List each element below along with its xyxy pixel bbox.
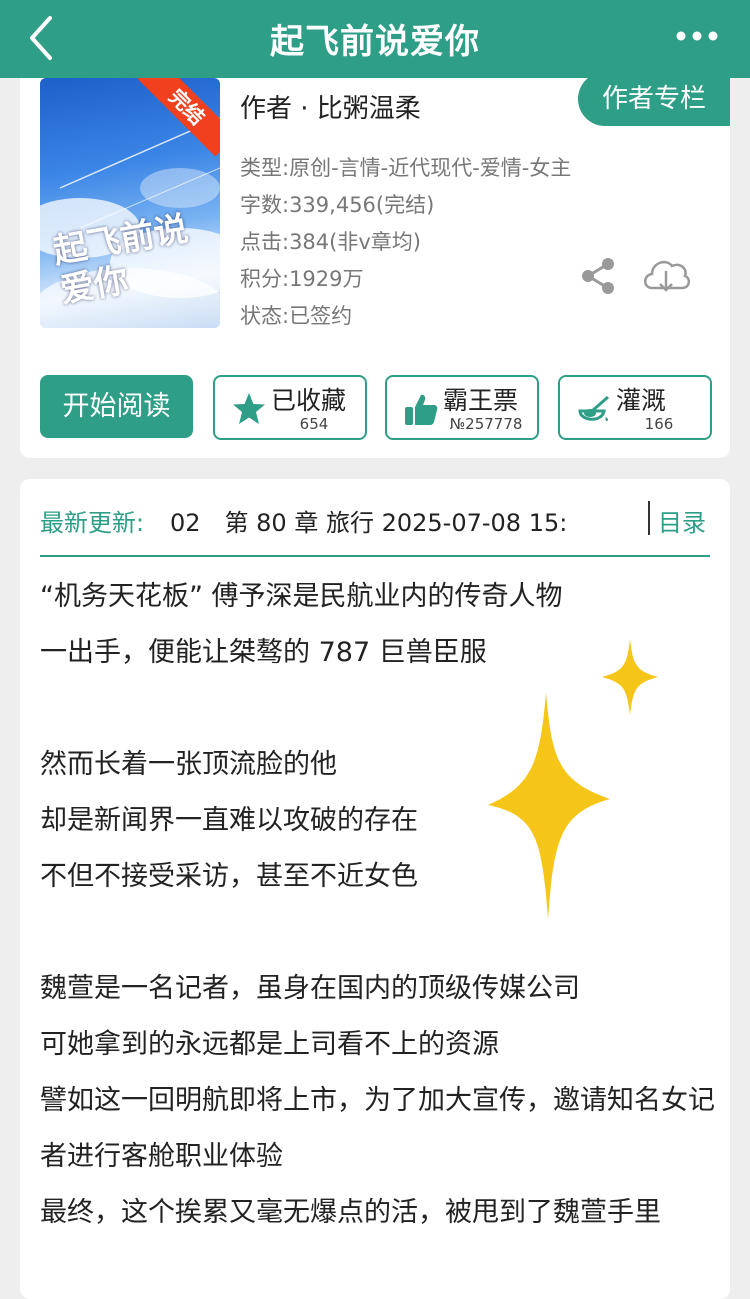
more-icon[interactable] (674, 24, 720, 48)
top-bar: 起飞前说爱你 (0, 0, 750, 78)
latest-update-row[interactable]: 最新更新: 02 第 80 章 旅行 2025-07-08 15: 目录 (40, 499, 710, 539)
divider (40, 555, 710, 557)
synopsis-line: 可她拿到的永远都是上司看不上的资源 (40, 1029, 499, 1060)
share-icon[interactable] (578, 256, 618, 296)
favorite-button[interactable]: 已收藏 654 (213, 375, 367, 440)
synopsis-line: 譬如这一回明航即将上市，为了加大宣传，邀请知名女记者进行客舱职业体验 (40, 1085, 715, 1172)
start-reading-button[interactable]: 开始阅读 (40, 375, 193, 438)
latest-update-label: 最新更新: (40, 509, 145, 537)
synopsis-line: 却是新闻界一直难以攻破的存在 (40, 805, 418, 836)
book-info-card: 起飞前说爱你 完结 作者 · 比粥温柔 作者专栏 类型:原创-言情-近代现代-爱… (20, 72, 730, 458)
download-cloud-icon[interactable] (640, 254, 692, 298)
star-icon (233, 393, 265, 424)
synopsis-blank (40, 905, 715, 961)
ticket-count: №257778 (449, 415, 523, 433)
water-label: 灌溉 (616, 386, 667, 415)
author-column-button[interactable]: 作者专栏 (578, 72, 730, 126)
points: 积分:1929万 (240, 267, 364, 291)
book-type: 类型:原创-言情-近代现代-爱情-女主 (240, 156, 572, 180)
book-cover[interactable]: 起飞前说爱你 完结 (40, 78, 220, 328)
intro-card: 最新更新: 02 第 80 章 旅行 2025-07-08 15: 目录 “机务… (20, 479, 730, 1299)
water-button[interactable]: 灌溉 166 (558, 375, 712, 440)
synopsis-line: 魏萱是一名记者，虽身在国内的顶级传媒公司 (40, 973, 580, 1004)
synopsis-line: 然而长着一张顶流脸的他 (40, 749, 337, 780)
favorite-label: 已收藏 (271, 386, 347, 415)
author-name[interactable]: 作者 · 比粥温柔 (240, 88, 421, 125)
latest-update-text[interactable]: 02 第 80 章 旅行 2025-07-08 15: (170, 503, 602, 538)
separator (648, 501, 650, 535)
synopsis-line: “机务天花板” 傅予深是民航业内的传奇人物 (40, 581, 563, 612)
table-of-contents-link[interactable]: 目录 (658, 503, 706, 538)
synopsis-line: 最终，这个挨累又毫无爆点的活，被甩到了魏萱手里 (40, 1197, 661, 1228)
ticket-button[interactable]: 霸王票 №257778 (385, 375, 539, 440)
watering-icon (578, 395, 609, 422)
page-title: 起飞前说爱你 (270, 22, 480, 62)
water-count: 166 (644, 415, 674, 433)
click-count: 点击:384(非v章均) (240, 230, 421, 254)
favorite-count: 654 (299, 415, 329, 433)
word-count: 字数:339,456(完结) (240, 193, 435, 217)
ticket-label: 霸王票 (443, 386, 519, 415)
thumbs-up-icon (405, 394, 438, 425)
synopsis-line: 不但不接受采访，甚至不近女色 (40, 861, 418, 892)
sign-status: 状态:已签约 (240, 304, 353, 328)
large-sparkle-icon (488, 693, 610, 919)
